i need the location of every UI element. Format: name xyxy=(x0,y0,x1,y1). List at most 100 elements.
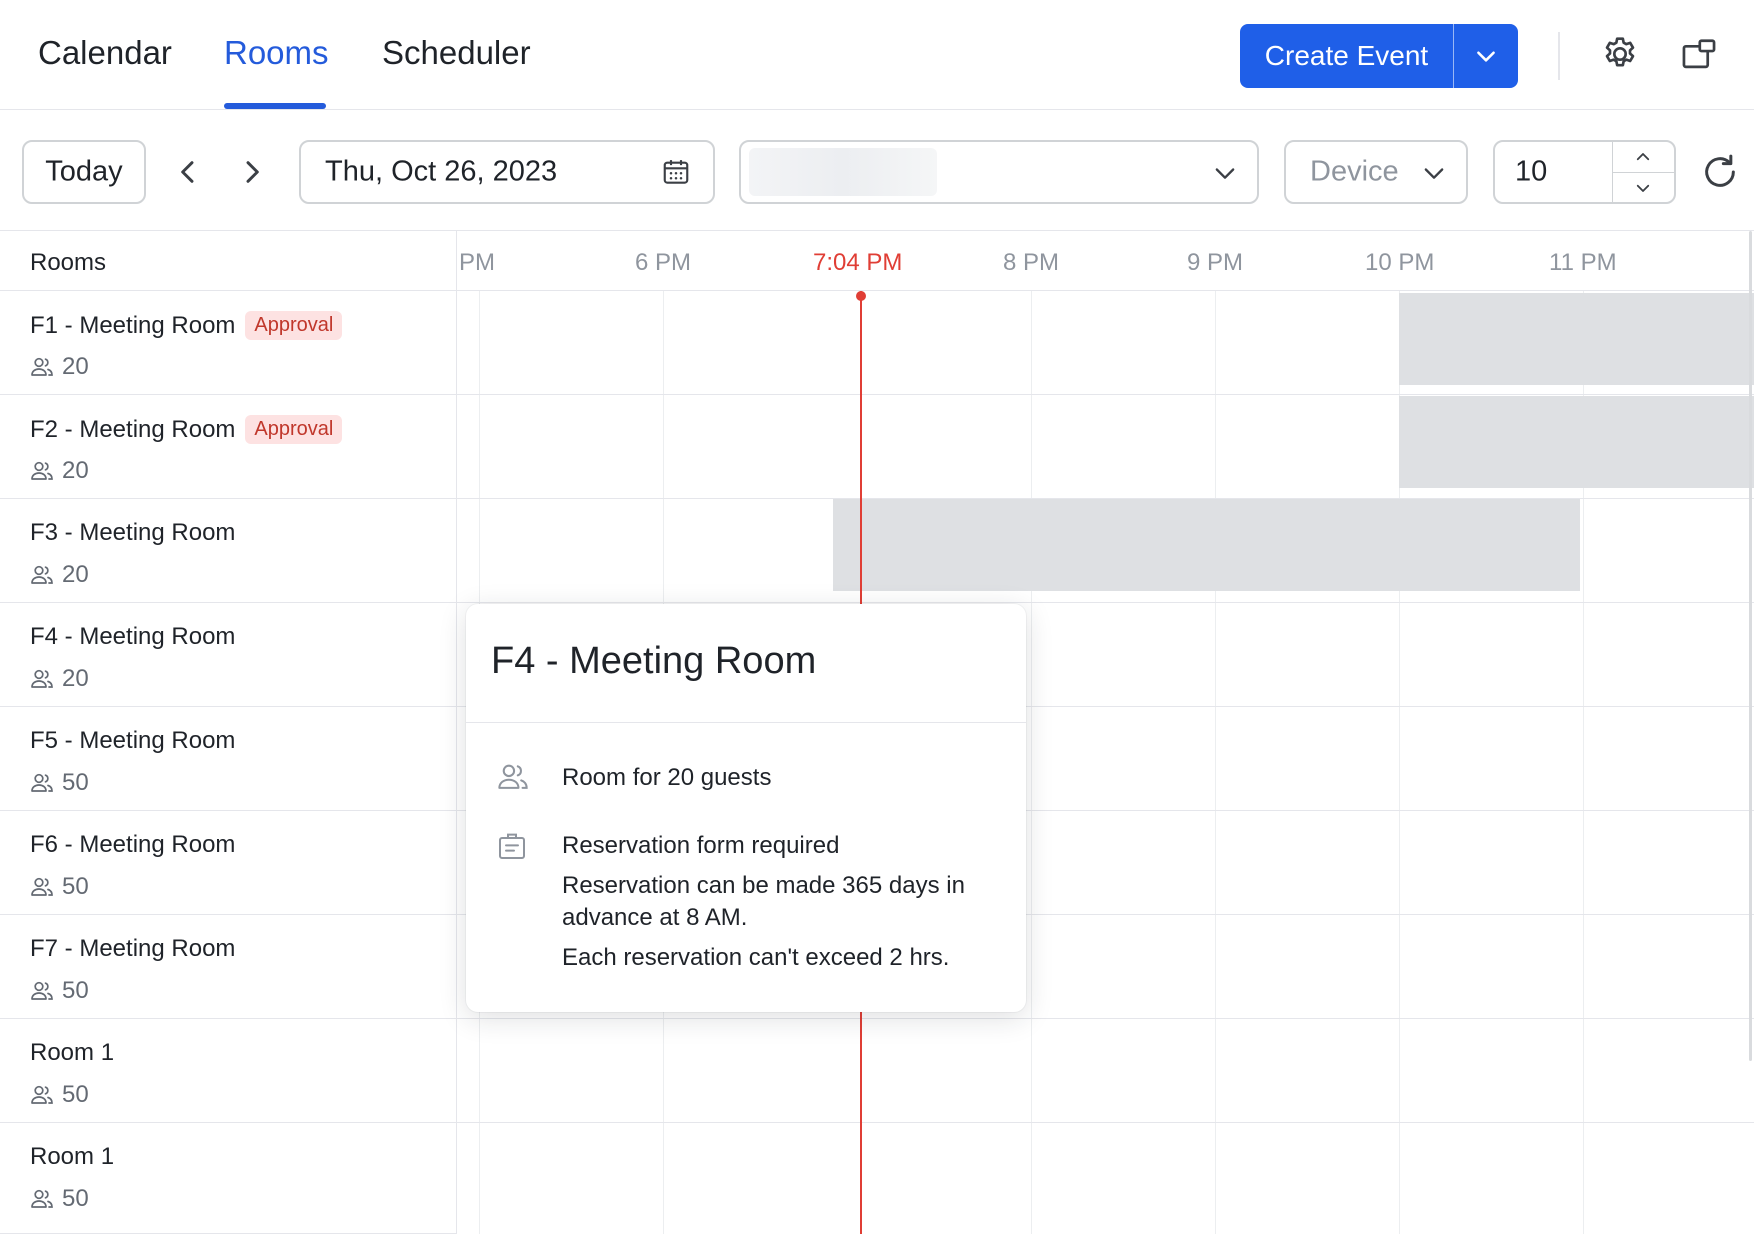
chevron-down-icon xyxy=(1215,168,1235,179)
device-select[interactable]: Device xyxy=(1284,140,1468,204)
time-tick-11pm: 11 PM xyxy=(1549,249,1617,276)
room-row[interactable]: F5 - Meeting Room 50 xyxy=(0,707,457,811)
tab-calendar[interactable]: Calendar xyxy=(38,34,172,72)
grid-line xyxy=(1215,291,1216,1234)
time-tick-10pm: 10 PM xyxy=(1365,249,1435,276)
capacity-value: 10 xyxy=(1515,155,1548,188)
today-button[interactable]: Today xyxy=(22,140,146,204)
popover-capacity-text: Room for 20 guests xyxy=(562,764,772,791)
room-capacity: 50 xyxy=(30,1185,89,1213)
chevron-up-icon xyxy=(1636,153,1650,161)
building-value-redacted xyxy=(749,148,937,196)
people-icon xyxy=(31,565,53,584)
time-tick-5pm: 5 PM xyxy=(457,249,496,276)
room-capacity: 50 xyxy=(30,977,89,1005)
rooms-column-header: Rooms xyxy=(0,231,457,291)
popover-form-required-text: Reservation form required xyxy=(562,832,840,859)
booked-slot[interactable] xyxy=(833,499,1580,591)
room-name: F2 - Meeting Room Approval xyxy=(30,415,343,444)
previous-day-button[interactable] xyxy=(172,154,204,190)
create-event-button-group: Create Event xyxy=(1240,24,1518,88)
approval-badge: Approval xyxy=(245,415,343,444)
grid-line xyxy=(457,1122,1754,1123)
people-icon xyxy=(31,357,53,376)
vertical-scrollbar[interactable] xyxy=(1749,231,1752,1061)
people-icon xyxy=(31,981,53,1000)
date-value: Thu, Oct 26, 2023 xyxy=(325,155,558,188)
tab-rooms[interactable]: Rooms xyxy=(224,34,329,72)
room-name: F6 - Meeting Room xyxy=(30,831,236,858)
create-event-dropdown-button[interactable] xyxy=(1454,24,1518,88)
capacity-stepper[interactable]: 10 xyxy=(1493,140,1676,204)
time-tick-8pm: 8 PM xyxy=(1003,249,1060,276)
calendar-toolbar: Today Thu, Oct 26, 2023 Device 10 xyxy=(0,110,1754,231)
refresh-icon xyxy=(1705,154,1735,187)
chevron-left-icon xyxy=(181,161,194,183)
room-capacity: 20 xyxy=(30,665,89,693)
people-icon xyxy=(31,773,53,792)
today-label: Today xyxy=(45,155,123,188)
time-tick-6pm: 6 PM xyxy=(635,249,692,276)
room-row[interactable]: F3 - Meeting Room 20 xyxy=(0,499,457,603)
refresh-button[interactable] xyxy=(1700,152,1740,192)
tab-scheduler[interactable]: Scheduler xyxy=(382,34,531,72)
room-details-popover: F4 - Meeting Room Room for 20 guests Res… xyxy=(466,604,1026,1012)
top-navigation: Calendar Rooms Scheduler Create Event xyxy=(0,0,1754,110)
next-day-button[interactable] xyxy=(236,154,268,190)
grid-line xyxy=(457,602,1754,603)
chevron-right-icon xyxy=(246,161,259,183)
room-row[interactable]: F4 - Meeting Room 20 xyxy=(0,603,457,707)
room-capacity: 50 xyxy=(30,873,89,901)
room-capacity: 20 xyxy=(30,353,89,381)
people-icon xyxy=(31,1085,53,1104)
room-name: F3 - Meeting Room xyxy=(30,519,236,546)
popover-divider xyxy=(466,722,1026,723)
room-row[interactable]: Room 1 50 xyxy=(0,1123,457,1234)
popover-advance-text: Reservation can be made 365 days in adva… xyxy=(562,872,965,931)
room-name: Room 1 xyxy=(30,1143,115,1170)
people-icon xyxy=(31,877,53,896)
chevron-down-icon xyxy=(1424,168,1444,179)
create-event-button[interactable]: Create Event xyxy=(1240,24,1453,88)
device-placeholder: Device xyxy=(1310,155,1399,188)
building-select[interactable] xyxy=(739,140,1259,204)
people-icon xyxy=(31,1189,53,1208)
gear-icon xyxy=(1605,37,1635,67)
room-row[interactable]: F2 - Meeting Room Approval 20 xyxy=(0,395,457,499)
calendar-icon xyxy=(663,160,689,184)
room-row[interactable]: F1 - Meeting Room Approval 20 xyxy=(0,291,457,395)
room-row[interactable]: Room 1 50 xyxy=(0,1019,457,1123)
chevron-down-icon xyxy=(1477,51,1495,62)
room-row[interactable]: F7 - Meeting Room 50 xyxy=(0,915,457,1019)
people-icon xyxy=(31,461,53,480)
people-icon xyxy=(31,669,53,688)
rooms-app: Calendar Rooms Scheduler Create Event To… xyxy=(0,0,1754,1234)
current-time-label: 7:04 PM xyxy=(813,249,903,276)
window-icon xyxy=(1682,39,1716,69)
time-tick-9pm: 9 PM xyxy=(1187,249,1244,276)
active-tab-indicator xyxy=(224,103,326,109)
time-axis-header: 5 PM 6 PM 7:04 PM 8 PM 9 PM 10 PM 11 PM xyxy=(457,231,1754,291)
date-picker[interactable]: Thu, Oct 26, 2023 xyxy=(299,140,715,204)
room-capacity: 20 xyxy=(30,561,89,589)
popover-title: F4 - Meeting Room xyxy=(491,640,817,682)
settings-button[interactable] xyxy=(1600,34,1640,74)
rooms-header-label: Rooms xyxy=(30,249,107,276)
open-window-button[interactable] xyxy=(1680,36,1720,76)
people-icon xyxy=(498,764,528,789)
grid-line xyxy=(457,394,1754,395)
room-name: F4 - Meeting Room xyxy=(30,623,236,650)
room-name: Room 1 xyxy=(30,1039,115,1066)
room-name: F1 - Meeting Room Approval xyxy=(30,311,343,340)
booked-slot[interactable] xyxy=(1399,293,1754,385)
stepper-increment-button[interactable] xyxy=(1613,142,1674,172)
chevron-down-icon xyxy=(1636,184,1650,192)
booked-slot[interactable] xyxy=(1399,396,1754,488)
approval-badge: Approval xyxy=(245,311,343,340)
room-capacity: 50 xyxy=(30,769,89,797)
toolbar-divider xyxy=(1558,32,1560,80)
grid-line xyxy=(457,1018,1754,1019)
stepper-decrement-button[interactable] xyxy=(1613,173,1674,202)
room-capacity: 50 xyxy=(30,1081,89,1109)
room-row[interactable]: F6 - Meeting Room 50 xyxy=(0,811,457,915)
